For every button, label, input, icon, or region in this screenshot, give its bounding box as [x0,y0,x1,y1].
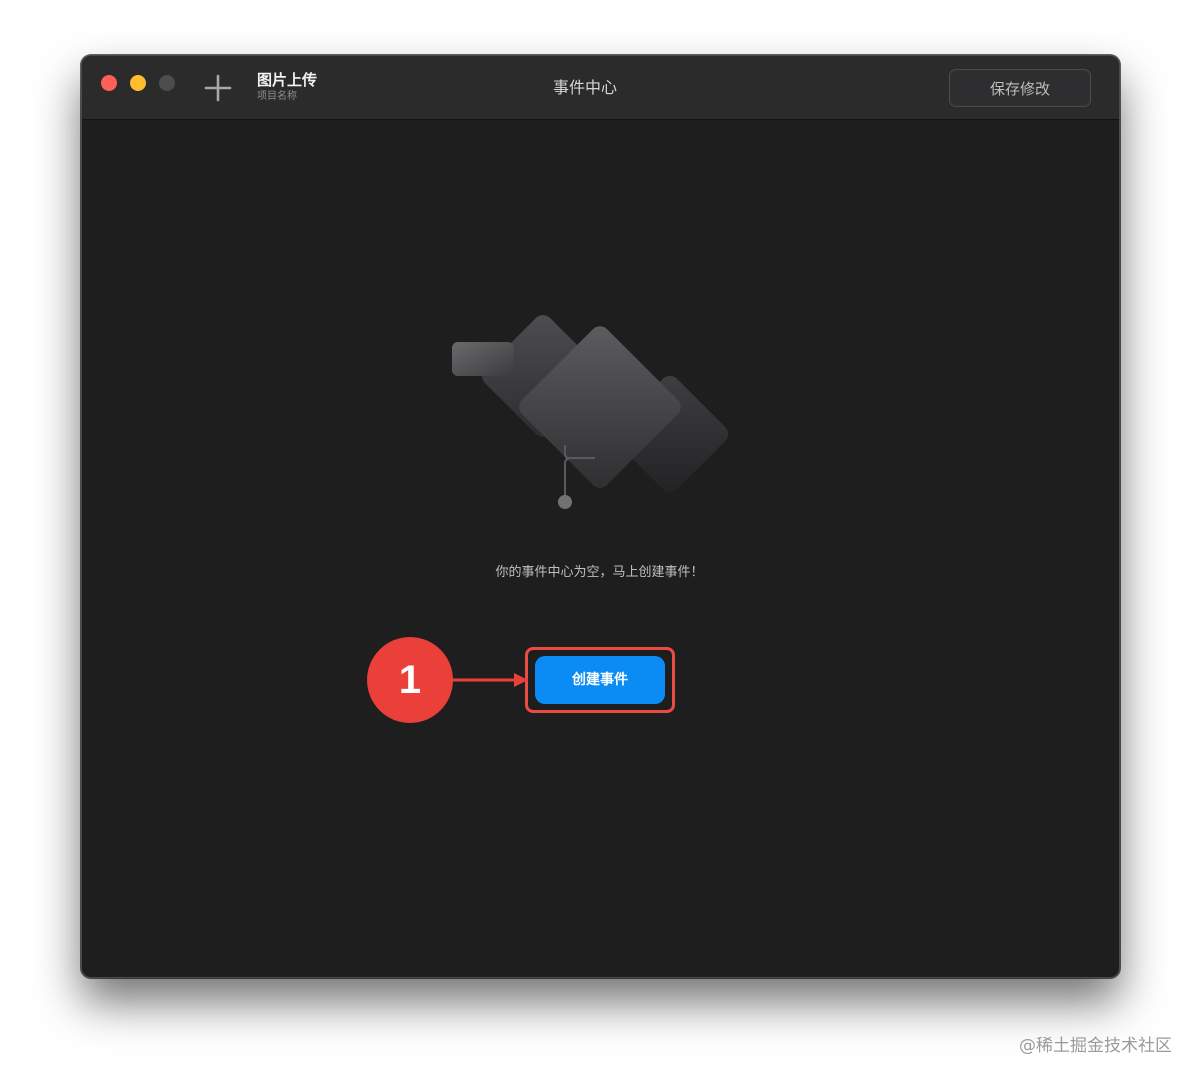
empty-state-message: 你的事件中心为空，马上创建事件！ [495,565,704,580]
watermark: @稀土掘金技术社区 [1019,1036,1172,1056]
step-number-badge: 1 [367,637,453,723]
empty-state-illustration [452,315,729,509]
app-window: 图片上传 项目名称 事件中心 保存修改 你的事件中心为空，马上创建事件！ 创建事… [81,55,1120,978]
annotation-arrow-icon [452,673,528,687]
save-changes-button[interactable]: 保存修改 [949,69,1091,107]
create-event-button[interactable]: 创建事件 [535,656,665,704]
window-title: 事件中心 [552,78,617,97]
title-bar: 图片上传 项目名称 事件中心 保存修改 [82,56,1119,120]
